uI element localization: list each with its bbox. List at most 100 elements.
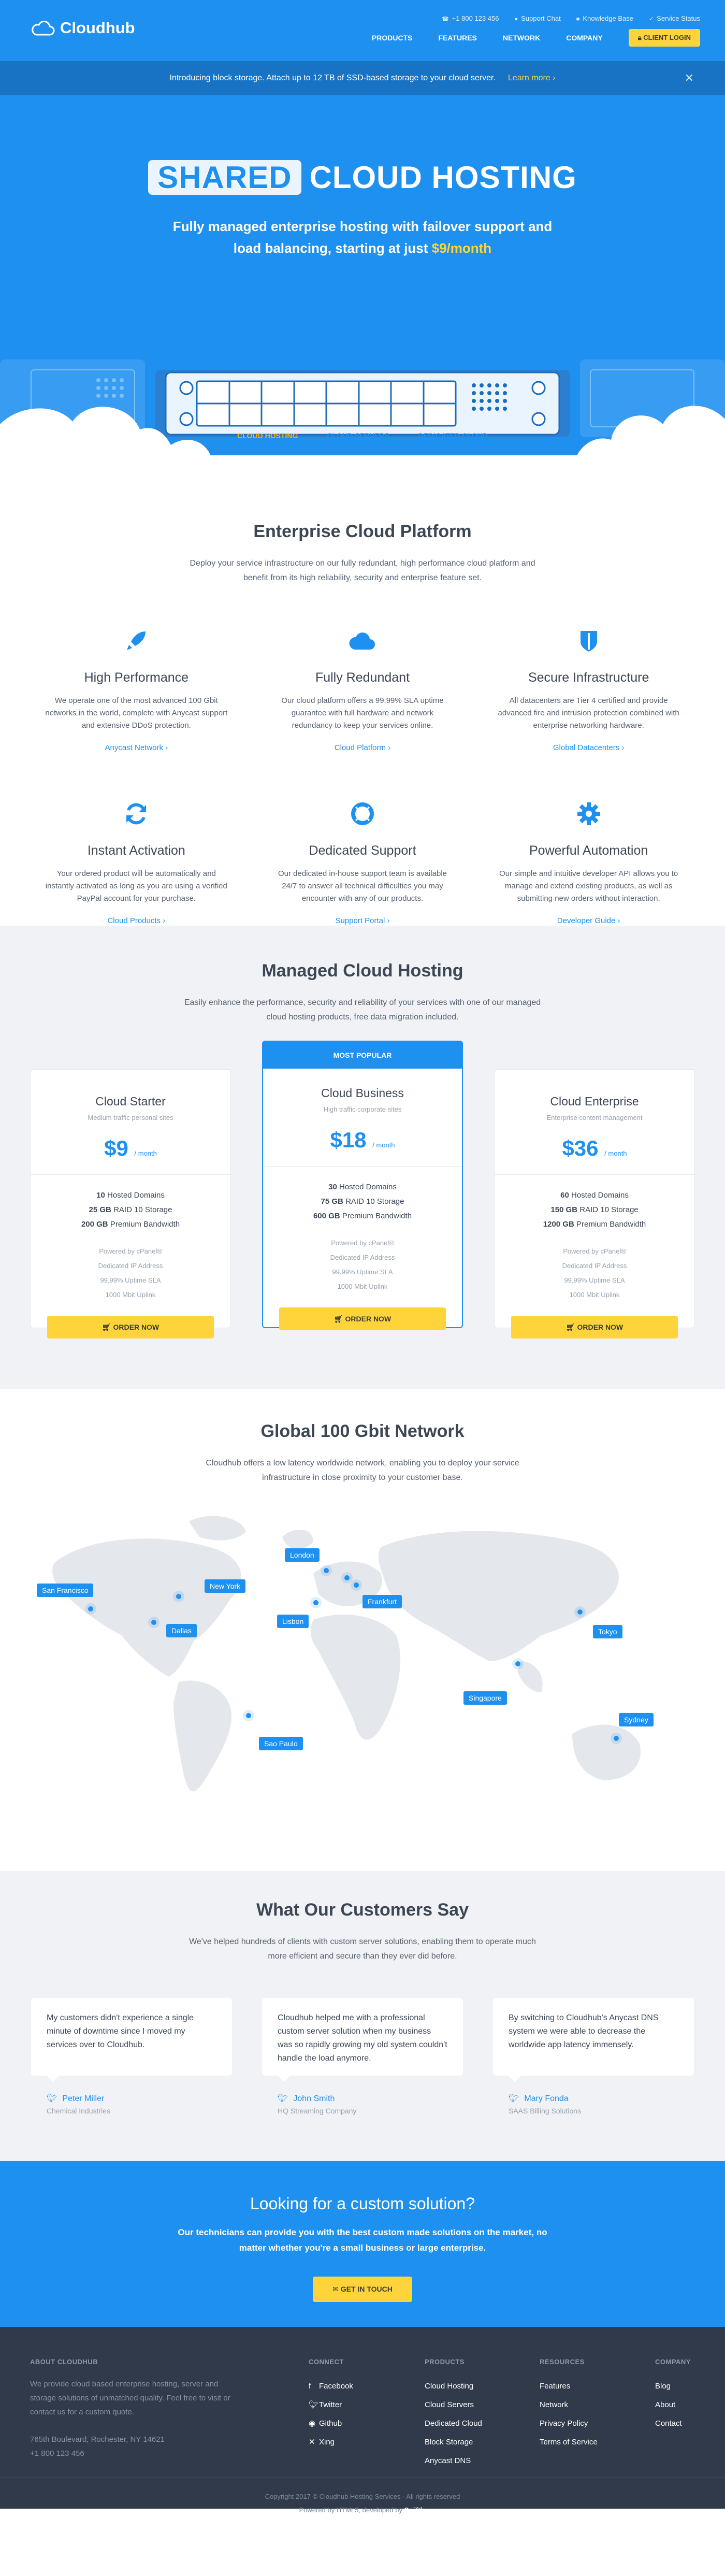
announcement-learn-more-link[interactable]: Learn more › xyxy=(508,74,556,83)
testimonials-description: We've helped hundreds of clients with cu… xyxy=(189,1937,536,1961)
nav-network[interactable]: NETWORK xyxy=(503,34,540,42)
footer-link[interactable]: Network xyxy=(540,2396,598,2414)
logo[interactable]: Cloudhub xyxy=(30,19,135,37)
facebook-icon: f xyxy=(309,2382,311,2391)
topbar-phone-label: +1 800 123 456 xyxy=(452,15,499,22)
footer-heading: PRODUCTS xyxy=(425,2358,465,2366)
topbar: ☎ +1 800 123 456 ● Support Chat ■ Knowledge… xyxy=(442,15,700,22)
footer-link[interactable]: Cloud Servers xyxy=(425,2396,482,2414)
location-dot[interactable] xyxy=(246,1713,251,1718)
topbar-phone[interactable]: ☎ +1 800 123 456 xyxy=(442,15,499,22)
hero-price: $9/month xyxy=(431,240,492,256)
footer-link-xing[interactable]: ✕ Xing xyxy=(309,2433,353,2452)
footer-link-twitter[interactable]: 🐦︎Twitter xyxy=(309,2396,353,2414)
network-title: Global 100 Gbit Network xyxy=(260,1421,465,1441)
order-now-button[interactable]: 🛒︎ ORDER NOW xyxy=(47,1316,214,1339)
location-london[interactable]: London xyxy=(285,1548,320,1562)
order-now-button[interactable]: 🛒︎ ORDER NOW xyxy=(279,1307,446,1330)
plan-meta: Powered by cPanel® Dedicated IP Address … xyxy=(31,1244,230,1302)
location-dot[interactable] xyxy=(151,1620,156,1625)
footer-link[interactable]: Dedicated Cloud xyxy=(425,2414,482,2433)
client-login-button[interactable]: 🔒︎ CLIENT LOGIN xyxy=(628,29,700,47)
topbar-support-chat[interactable]: ● Support Chat xyxy=(514,15,560,22)
footer-link[interactable]: Blog xyxy=(655,2377,691,2396)
location-sao-paulo[interactable]: Sao Paulo xyxy=(259,1737,303,1750)
location-lisbon[interactable]: Lisbon xyxy=(277,1615,309,1628)
rocket-icon xyxy=(44,623,229,659)
feature-link[interactable]: Cloud Products › xyxy=(44,916,229,925)
footer-link[interactable]: Terms of Service xyxy=(540,2433,598,2452)
footer-link[interactable]: Anycast DNS xyxy=(425,2452,482,2470)
location-dot[interactable] xyxy=(614,1736,619,1741)
testimonial-author[interactable]: 🐦︎ John Smith xyxy=(262,2093,463,2104)
meta-row: Dedicated IP Address xyxy=(562,1262,627,1270)
footer-link[interactable]: Contact xyxy=(655,2414,691,2433)
location-tokyo[interactable]: Tokyo xyxy=(593,1625,622,1638)
feature-link[interactable]: Anycast Network › xyxy=(44,743,229,752)
location-dallas[interactable]: Dallas xyxy=(166,1624,197,1637)
tab-cloud-servers[interactable]: CLOUD SERVERS xyxy=(327,431,389,440)
footer-link-facebook[interactable]: f Facebook xyxy=(309,2377,353,2396)
cta-text: Our technicians can provide you with the… xyxy=(178,2227,547,2253)
nav-features[interactable]: FEATURES xyxy=(438,34,476,42)
nav-products[interactable]: PRODUCTS xyxy=(372,34,413,42)
location-singapore[interactable]: Singapore xyxy=(463,1691,507,1705)
location-dot[interactable] xyxy=(577,1609,583,1615)
cloud-icon xyxy=(270,623,455,659)
location-frankfurt[interactable]: Frankfurt xyxy=(363,1595,402,1608)
topbar-service-status[interactable]: ✓ Service Status xyxy=(649,15,700,22)
footer-link[interactable]: Block Storage xyxy=(425,2433,482,2452)
feature-link[interactable]: Support Portal › xyxy=(270,916,455,925)
announcement-bar: Introducing block storage. Attach up to … xyxy=(0,61,725,95)
feature-text: Our cloud platform offers a 99.99% SLA u… xyxy=(281,696,444,730)
spec-label: Hosted Domains xyxy=(107,1191,165,1200)
feature-grid: High Performance We operate one of the m… xyxy=(23,623,702,925)
spec-row: 600 GB Premium Bandwidth xyxy=(263,1209,462,1224)
feature-link[interactable]: Developer Guide › xyxy=(496,916,681,925)
cloud-logo-icon xyxy=(32,20,55,36)
phone-icon: ☎ xyxy=(442,16,449,22)
link-label: Xing xyxy=(319,2438,335,2447)
footer-phone: +1 800 123 456 xyxy=(30,2449,84,2458)
location-dot[interactable] xyxy=(515,1661,520,1666)
location-dot[interactable] xyxy=(354,1582,359,1588)
feature-link[interactable]: Global Datacenters › xyxy=(496,743,681,752)
location-new-york[interactable]: New York xyxy=(205,1579,246,1593)
tab-dedicated-cloud[interactable]: DEDICATED CLOUD xyxy=(418,431,488,440)
feature-item: Secure Infrastructure All datacenters ar… xyxy=(475,623,702,752)
hero-subtitle-line2: load balancing, starting at just $9/mont… xyxy=(0,237,725,259)
footer-link[interactable]: About xyxy=(655,2396,691,2414)
hero-title: SHARED CLOUD HOSTING xyxy=(0,160,725,195)
topbar-knowledge-base[interactable]: ■ Knowledge Base xyxy=(576,15,633,22)
hero: SHARED CLOUD HOSTING Fully managed enterp… xyxy=(0,95,725,460)
feature-link[interactable]: Cloud Platform › xyxy=(270,743,455,752)
feature-item: Fully Redundant Our cloud platform offer… xyxy=(250,623,476,752)
pricing-plans: Cloud Starter Medium traffic personal si… xyxy=(0,1041,725,1339)
author-company: HQ Streaming Company xyxy=(278,2107,357,2115)
spec-row: 150 GB RAID 10 Storage xyxy=(495,1203,694,1217)
footer-link[interactable]: Features xyxy=(540,2377,598,2396)
testimonial-author[interactable]: 🐦︎ Peter Miller xyxy=(31,2093,232,2104)
location-san-francisco[interactable]: San Francisco xyxy=(37,1584,94,1597)
order-now-button[interactable]: 🛒︎ ORDER NOW xyxy=(511,1316,678,1339)
footer-link[interactable]: Privacy Policy xyxy=(540,2414,598,2433)
location-dot[interactable] xyxy=(313,1600,318,1605)
tab-cloud-hosting[interactable]: CLOUD HOSTING xyxy=(237,431,298,440)
footer-link-github[interactable]: ◉ Github xyxy=(309,2414,353,2433)
developer-brand[interactable]: Swiftly xyxy=(404,2506,426,2514)
location-dot[interactable] xyxy=(344,1575,350,1580)
location-dot[interactable] xyxy=(88,1606,93,1611)
divider xyxy=(263,1166,462,1167)
location-dot[interactable] xyxy=(176,1594,181,1599)
location-dot[interactable] xyxy=(324,1568,329,1573)
pricing-description: Easily enhance the performance, security… xyxy=(184,998,541,1021)
location-sydney[interactable]: Sydney xyxy=(619,1713,654,1726)
nav-company[interactable]: COMPANY xyxy=(566,34,603,42)
copyright: Copyright 2017 © Cloudhub Hosting Servic… xyxy=(0,2477,725,2517)
get-in-touch-button[interactable]: ✉ GET IN TOUCH xyxy=(313,2277,412,2302)
testimonial-author[interactable]: 🐦︎ Mary Fonda xyxy=(493,2093,694,2104)
divider xyxy=(495,1174,694,1175)
footer-link[interactable]: Cloud Hosting xyxy=(425,2377,482,2396)
topbar-chat-label: Support Chat xyxy=(521,15,561,22)
close-icon[interactable]: ✕ xyxy=(685,71,694,85)
